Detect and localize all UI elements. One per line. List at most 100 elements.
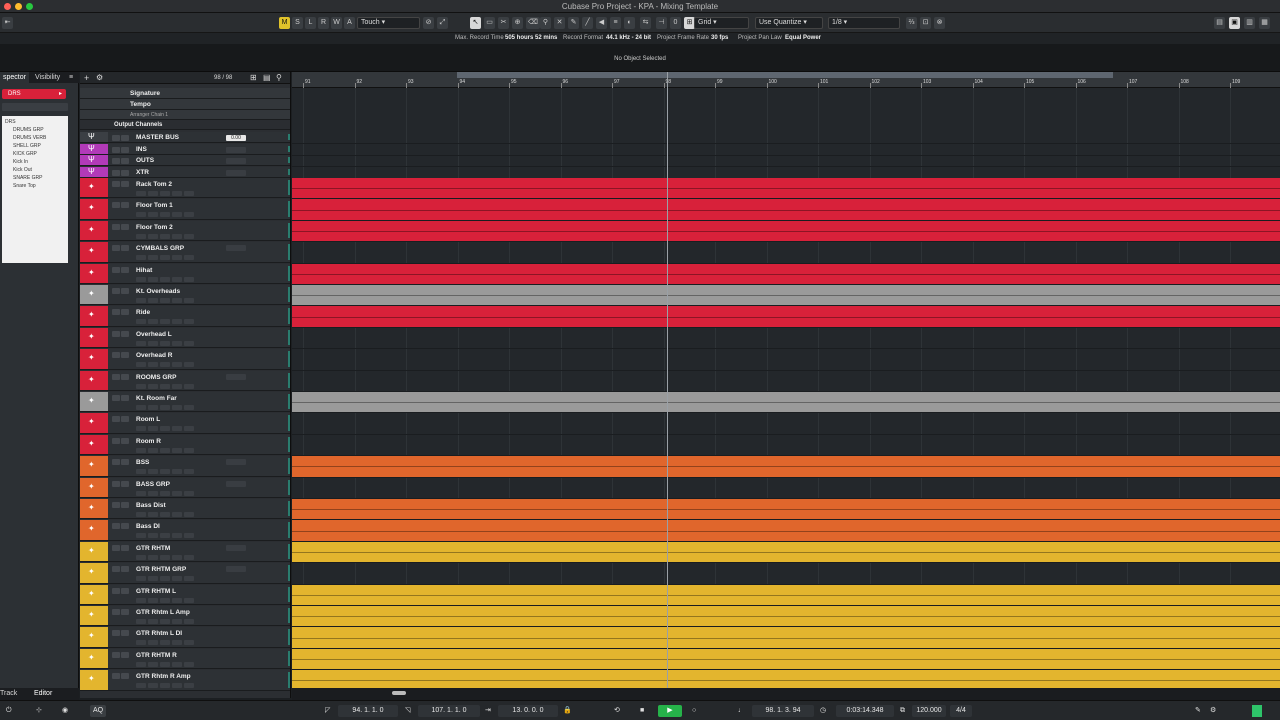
selected-track-header[interactable]: DRS ▸ [2, 89, 66, 99]
track-row[interactable]: ✦ Room R [80, 434, 290, 456]
track-controls[interactable] [136, 447, 194, 453]
tab-editor[interactable]: Editor [34, 688, 52, 700]
write-button[interactable] [172, 640, 182, 646]
auto-scroll-icon[interactable]: ⤢ [437, 17, 448, 29]
record-mode-icon[interactable]: ◉ [62, 705, 68, 717]
track-visibility-icon[interactable]: ⊞ [250, 73, 257, 82]
left-zone-icon[interactable]: ▤ [1214, 17, 1225, 29]
solo-button[interactable] [121, 223, 129, 230]
solo-button[interactable] [121, 330, 129, 337]
glue-tool-icon[interactable]: ⊕ [512, 17, 523, 29]
horizontal-scrollbar[interactable] [292, 688, 1280, 700]
read-button[interactable] [160, 191, 170, 196]
read-button[interactable] [160, 597, 170, 603]
audio-event[interactable] [292, 584, 1280, 605]
output-channels-folder[interactable]: Output Channels [80, 120, 290, 130]
edit-channel-button[interactable] [184, 233, 194, 239]
volume-field[interactable] [226, 566, 246, 573]
folder-item[interactable]: SNARE GRP [5, 174, 65, 182]
read-button[interactable] [160, 340, 170, 346]
read-button[interactable] [160, 233, 170, 239]
record-enable-button[interactable] [136, 640, 146, 646]
write-button[interactable] [172, 426, 182, 432]
volume-field[interactable] [226, 146, 246, 153]
monitor-button[interactable] [148, 533, 158, 539]
monitor-button[interactable] [148, 426, 158, 432]
mute-solo-buttons[interactable] [112, 181, 129, 187]
position-time[interactable]: 0:03:14.348 [836, 705, 894, 717]
automation-a-button[interactable]: A [344, 17, 355, 29]
track-name[interactable]: BSS [136, 459, 149, 466]
add-track-menu-icon[interactable]: ⚙ [96, 73, 103, 82]
read-button[interactable] [160, 362, 170, 368]
track-row[interactable]: ✦ Rack Tom 2 [80, 178, 290, 199]
tempo-icon[interactable]: ⧉ [900, 705, 905, 717]
edit-channel-button[interactable] [184, 683, 194, 689]
record-enable-button[interactable] [136, 340, 146, 346]
mute-solo-buttons[interactable] [112, 158, 129, 164]
read-button[interactable] [160, 640, 170, 646]
write-automation-button[interactable]: W [331, 17, 342, 29]
read-button[interactable] [160, 426, 170, 432]
write-button[interactable] [172, 469, 182, 475]
track-row[interactable]: ✦ Hihat [80, 263, 290, 284]
track-name[interactable]: Hihat [136, 267, 152, 274]
track-row[interactable]: ✦ Bass Dist [80, 499, 290, 520]
solo-button[interactable] [121, 502, 129, 508]
comp-tool-icon[interactable]: ≡ [610, 17, 621, 29]
audio-event[interactable] [292, 520, 1280, 541]
mute-button[interactable] [112, 169, 120, 176]
color-tool-icon[interactable]: ◐ [624, 17, 635, 29]
track-row[interactable]: ✦ Floor Tom 1 [80, 199, 290, 220]
write-button[interactable] [172, 298, 182, 303]
mute-solo-buttons[interactable] [112, 223, 129, 230]
read-button[interactable] [160, 255, 170, 261]
track-controls[interactable] [136, 405, 194, 410]
volume-field[interactable] [226, 245, 246, 252]
write-button[interactable] [172, 447, 182, 453]
write-button[interactable] [172, 683, 182, 689]
write-button[interactable] [172, 319, 182, 325]
track-name[interactable]: Kt. Overheads [136, 288, 180, 295]
track-row[interactable]: ✦ Kt. Overheads [80, 285, 290, 306]
record-enable-button[interactable] [136, 683, 146, 689]
mute-solo-buttons[interactable] [112, 480, 129, 487]
mute-solo-buttons[interactable] [112, 202, 129, 209]
solo-button[interactable] [121, 609, 129, 615]
audio-event[interactable] [292, 670, 1280, 688]
record-enable-button[interactable] [136, 490, 146, 496]
write-button[interactable] [172, 405, 182, 410]
read-button[interactable] [160, 619, 170, 624]
track-row[interactable]: ✦ Kt. Room Far [80, 392, 290, 413]
edit-channel-button[interactable] [184, 212, 194, 218]
mute-button[interactable] [112, 352, 120, 359]
edit-channel-button[interactable] [184, 640, 194, 646]
track-row[interactable]: Ψ MASTER BUS 0.00 [80, 132, 290, 143]
mute-solo-buttons[interactable] [112, 587, 129, 594]
tempo-track[interactable]: Tempo [80, 99, 290, 110]
track-controls[interactable] [136, 233, 194, 239]
monitor-button[interactable] [148, 383, 158, 389]
frame-rate-value[interactable]: 30 fps [711, 33, 728, 44]
track-name[interactable]: Overhead L [136, 331, 172, 338]
line-tool-icon[interactable]: ╱ [582, 17, 593, 29]
read-button[interactable] [160, 276, 170, 282]
mute-solo-buttons[interactable] [112, 544, 129, 551]
solo-button[interactable] [121, 651, 129, 658]
time-icon[interactable]: ◷ [820, 705, 826, 717]
read-button[interactable] [160, 469, 170, 475]
track-controls[interactable] [136, 298, 194, 303]
track-controls[interactable] [136, 426, 194, 432]
write-button[interactable] [172, 661, 182, 667]
pan-law-value[interactable]: Equal Power [785, 33, 821, 44]
read-button[interactable] [160, 512, 170, 517]
folder-item[interactable]: Snare Top [5, 182, 65, 190]
quantize-value-select[interactable]: 1/8 ▾ [828, 17, 900, 29]
solo-button[interactable] [121, 480, 129, 487]
automation-mode-select[interactable]: Touch ▾ [357, 17, 420, 29]
mute-button[interactable] [112, 266, 120, 273]
play-icon[interactable]: ▶ [658, 705, 682, 717]
track-name[interactable]: Floor Tom 1 [136, 202, 173, 209]
record-enable-button[interactable] [136, 362, 146, 368]
mute-solo-buttons[interactable] [112, 352, 129, 359]
